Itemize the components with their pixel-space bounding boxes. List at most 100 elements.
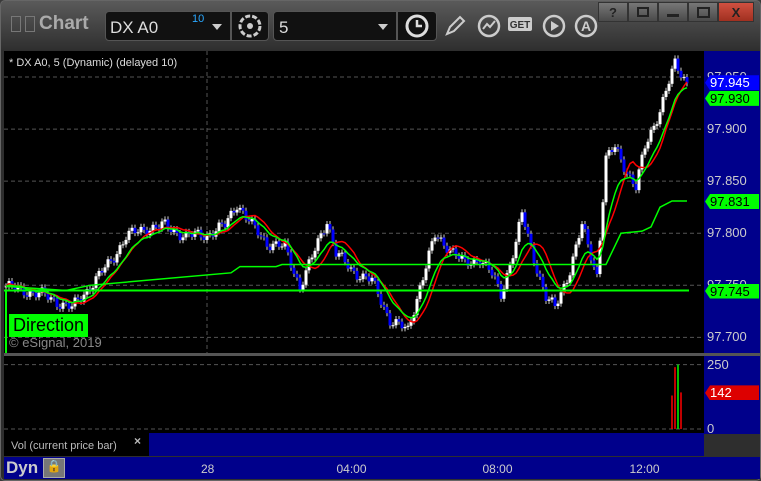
candle	[604, 152, 608, 206]
drag-grip-icon[interactable]	[25, 16, 35, 32]
candle-body	[298, 277, 302, 290]
candle	[220, 219, 224, 227]
candle-body	[607, 150, 611, 156]
candle	[133, 224, 137, 237]
volume-study-tab[interactable]: Vol (current price bar)	[4, 433, 149, 456]
candle	[241, 204, 245, 214]
candle-body	[157, 227, 161, 229]
draw-tool-button[interactable]	[441, 12, 469, 40]
help-button[interactable]: ?	[598, 2, 628, 22]
candle	[310, 254, 314, 263]
interval-input[interactable]: 5	[273, 11, 397, 41]
interval-clock-button[interactable]	[397, 11, 437, 41]
candle	[250, 215, 254, 225]
symbol-settings-button[interactable]	[231, 11, 269, 41]
minimize-button[interactable]	[658, 2, 688, 22]
alerts-button[interactable]: A	[572, 12, 600, 40]
candle-body	[667, 83, 671, 91]
candle-body	[679, 70, 683, 78]
candle-body	[223, 223, 227, 228]
price-axis[interactable]	[704, 51, 760, 434]
lock-clock-icon[interactable]: 🔒	[43, 458, 65, 478]
maximize-button[interactable]	[688, 2, 718, 22]
drag-grip-icon[interactable]	[11, 16, 21, 32]
candle-body	[517, 221, 521, 242]
candle	[547, 296, 551, 304]
play-button[interactable]	[540, 12, 568, 40]
chevron-down-icon[interactable]	[212, 24, 222, 35]
candle-body	[64, 302, 68, 304]
close-button[interactable]: X	[718, 2, 754, 22]
candle-body	[58, 306, 62, 309]
candle-body	[496, 276, 500, 285]
candle	[643, 145, 647, 158]
candle-body	[313, 250, 317, 258]
price-chart[interactable]	[4, 51, 704, 353]
maximize-icon	[696, 6, 710, 18]
direction-label: Direction	[9, 314, 89, 337]
candle-body	[34, 292, 38, 298]
studies-button[interactable]	[475, 12, 503, 40]
candle-body	[586, 229, 590, 245]
symbol-input[interactable]: DX A0 10	[105, 11, 231, 41]
candle-body	[376, 280, 380, 294]
candle	[550, 294, 554, 303]
window-title[interactable]: Chart	[11, 13, 89, 35]
candle-body	[418, 285, 422, 299]
candle	[460, 251, 464, 262]
candle	[289, 249, 293, 271]
vol-tick-label: 250	[707, 356, 729, 372]
candle-body	[439, 237, 443, 239]
candle-body	[544, 287, 548, 301]
candle	[271, 240, 275, 254]
candle	[670, 65, 674, 87]
price-tag: 97.831	[705, 193, 759, 209]
candle	[325, 220, 329, 237]
candle-body	[127, 230, 131, 240]
candle	[658, 109, 662, 128]
price-tag: 97.945	[705, 75, 759, 91]
candle-body	[538, 273, 542, 277]
candle-body	[190, 234, 194, 237]
candle	[352, 264, 356, 274]
close-study-icon[interactable]: ×	[134, 434, 141, 448]
candle	[292, 264, 296, 277]
candle-body	[394, 319, 398, 326]
candle	[424, 265, 428, 284]
candle-body	[634, 183, 638, 191]
candle-body	[247, 219, 251, 222]
candle-body	[364, 273, 368, 277]
candle	[367, 273, 371, 285]
candle-body	[235, 209, 239, 213]
candle	[655, 121, 659, 129]
link-window-button[interactable]	[628, 2, 658, 22]
candle	[94, 273, 98, 292]
candle	[235, 206, 239, 216]
candle	[592, 257, 596, 270]
candle-body	[661, 97, 665, 113]
candle	[430, 238, 434, 254]
chevron-down-icon[interactable]	[378, 24, 388, 35]
volume-pane[interactable]	[4, 356, 704, 433]
candle	[304, 267, 308, 288]
price-tag: 97.930	[705, 90, 759, 106]
candle-body	[673, 58, 677, 69]
candle	[406, 322, 410, 331]
dynamic-mode-label[interactable]: Dyn	[6, 458, 38, 478]
play-icon	[542, 14, 566, 38]
candle-body	[442, 237, 446, 246]
candle-body	[550, 297, 554, 300]
candle	[97, 267, 101, 280]
candle-body	[559, 292, 563, 304]
y-tick-label: 97.700	[707, 329, 747, 345]
sma-line	[5, 81, 688, 323]
candle	[610, 147, 614, 156]
chart-line-icon	[477, 14, 501, 38]
candle	[520, 209, 524, 226]
candle-body	[583, 224, 587, 230]
candle	[379, 290, 383, 308]
candle	[613, 144, 617, 156]
get-button[interactable]: GET	[507, 12, 535, 40]
candle	[253, 215, 257, 229]
candle-body	[358, 279, 362, 281]
